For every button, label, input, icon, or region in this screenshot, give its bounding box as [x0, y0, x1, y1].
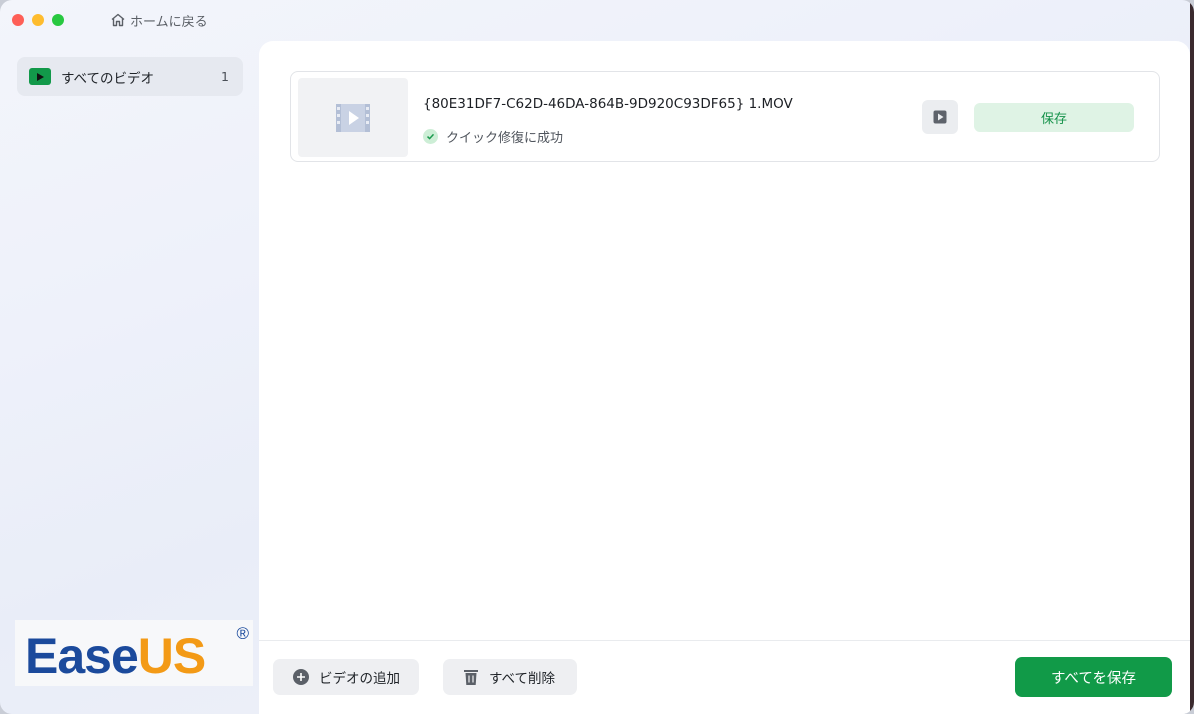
- registered-mark: ®: [236, 624, 249, 643]
- preview-play-button[interactable]: [922, 100, 958, 134]
- sidebar-item-count: 1: [221, 69, 229, 84]
- trash-icon: [464, 670, 478, 685]
- repair-status-text: クイック修復に成功: [446, 131, 564, 146]
- repair-status: クイック修復に成功: [423, 127, 563, 146]
- logo-text-us: US: [137, 628, 206, 684]
- delete-all-label: すべて削除: [489, 671, 556, 687]
- play-icon: [933, 110, 947, 124]
- sidebar: すべてのビデオ 1 Ease US ®: [0, 40, 258, 714]
- add-video-button[interactable]: ビデオの追加: [273, 659, 419, 695]
- add-video-label: ビデオの追加: [319, 671, 400, 687]
- save-all-button[interactable]: すべてを保存: [1015, 657, 1172, 697]
- film-placeholder-icon: [336, 103, 370, 132]
- minimize-window-button[interactable]: [32, 14, 44, 26]
- delete-all-button[interactable]: すべて削除: [443, 659, 577, 695]
- app-window: ホームに戻る すべてのビデオ 1 Ease US ® {80E31DF7-C62…: [0, 0, 1194, 714]
- plus-circle-icon: [293, 669, 309, 685]
- window-controls: [12, 14, 64, 26]
- close-window-button[interactable]: [12, 14, 24, 26]
- video-play-icon: [29, 68, 51, 85]
- main-panel: {80E31DF7-C62D-46DA-864B-9D920C93DF65} 1…: [259, 41, 1190, 714]
- success-check-icon: [423, 129, 438, 144]
- sidebar-item-all-videos[interactable]: すべてのビデオ 1: [17, 57, 243, 96]
- window-edge: [1190, 0, 1194, 714]
- easeus-logo: Ease US ®: [15, 620, 253, 686]
- logo-text-ease: Ease: [25, 628, 139, 684]
- save-button[interactable]: 保存: [974, 103, 1134, 132]
- file-name: {80E31DF7-C62D-46DA-864B-9D920C93DF65} 1…: [423, 96, 793, 112]
- bottom-toolbar: ビデオの追加 すべて削除 すべてを保存: [259, 640, 1190, 714]
- home-link-label: ホームに戻る: [130, 14, 208, 30]
- video-thumbnail[interactable]: [298, 78, 408, 157]
- sidebar-item-label: すべてのビデオ: [61, 70, 155, 87]
- file-row: {80E31DF7-C62D-46DA-864B-9D920C93DF65} 1…: [290, 71, 1160, 162]
- maximize-window-button[interactable]: [52, 14, 64, 26]
- home-icon: [111, 13, 125, 27]
- back-to-home-link[interactable]: ホームに戻る: [110, 10, 208, 30]
